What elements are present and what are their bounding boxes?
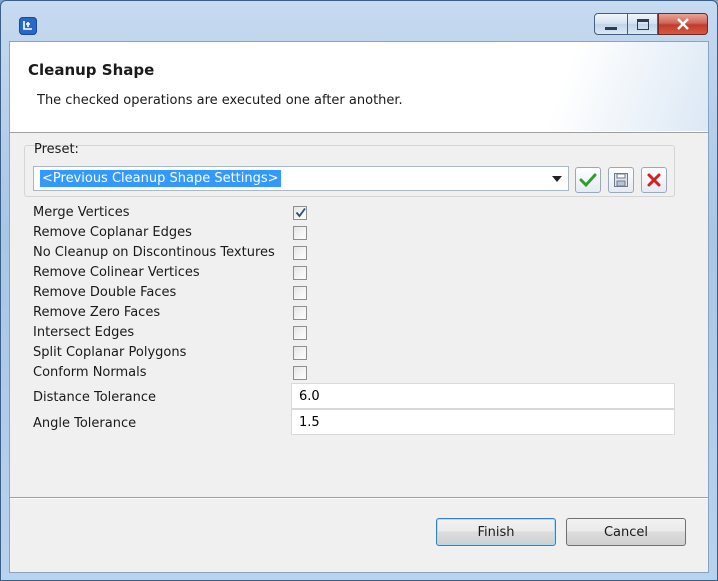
option-label: Conform Normals	[33, 365, 147, 380]
save-icon	[614, 173, 628, 187]
option-row: Merge Vertices	[33, 203, 693, 223]
option-checkbox[interactable]	[293, 366, 307, 380]
option-row: No Cleanup on Discontinous Textures	[33, 243, 693, 263]
option-label: Remove Colinear Vertices	[33, 265, 200, 280]
option-checkbox[interactable]	[293, 206, 307, 220]
banner-decoration	[508, 42, 708, 131]
maximize-button[interactable]	[628, 13, 658, 35]
option-checkbox[interactable]	[293, 326, 307, 340]
option-label: Intersect Edges	[33, 325, 135, 340]
page-description: The checked operations are executed one …	[37, 93, 403, 108]
checkmark-icon	[579, 173, 597, 188]
option-label: Remove Zero Faces	[33, 305, 161, 320]
option-label: Split Coplanar Polygons	[33, 345, 187, 360]
footer-separator	[10, 497, 708, 499]
distance-tolerance-input[interactable]	[291, 383, 675, 409]
option-label: Merge Vertices	[33, 205, 130, 220]
option-checkbox[interactable]	[293, 246, 307, 260]
close-icon	[677, 18, 689, 30]
angle-tolerance-input[interactable]	[291, 409, 675, 435]
option-row: Conform Normals	[33, 363, 693, 383]
delete-preset-button[interactable]	[641, 167, 667, 193]
chevron-down-icon[interactable]	[552, 176, 562, 182]
window-controls	[594, 13, 708, 37]
option-checkbox[interactable]	[293, 226, 307, 240]
dialog-client-area: Cleanup Shape The checked operations are…	[9, 41, 709, 573]
option-row: Remove Double Faces	[33, 283, 693, 303]
option-checkbox[interactable]	[293, 286, 307, 300]
close-button[interactable]	[658, 13, 708, 35]
minimize-icon	[605, 26, 617, 30]
app-logo-icon	[19, 17, 37, 35]
dialog-window: Cleanup Shape The checked operations are…	[0, 0, 718, 581]
distance-tolerance-label: Distance Tolerance	[33, 390, 156, 405]
finish-button[interactable]: Finish	[436, 518, 556, 546]
option-row: Remove Colinear Vertices	[33, 263, 693, 283]
delete-x-icon	[647, 173, 661, 187]
option-row: Remove Zero Faces	[33, 303, 693, 323]
option-checkbox[interactable]	[293, 306, 307, 320]
option-checkbox[interactable]	[293, 346, 307, 360]
option-row: Remove Coplanar Edges	[33, 223, 693, 243]
option-row: Intersect Edges	[33, 323, 693, 343]
title-bar[interactable]	[1, 1, 717, 41]
apply-preset-button[interactable]	[575, 167, 601, 193]
preset-selected-value: <Previous Cleanup Shape Settings>	[40, 170, 281, 187]
option-label: No Cleanup on Discontinous Textures	[33, 245, 275, 260]
option-checkbox[interactable]	[293, 266, 307, 280]
preset-label: Preset:	[34, 142, 79, 157]
wizard-banner: Cleanup Shape The checked operations are…	[10, 42, 708, 133]
page-title: Cleanup Shape	[28, 61, 155, 79]
option-label: Remove Coplanar Edges	[33, 225, 192, 240]
checkmark-icon	[295, 207, 306, 218]
option-label: Remove Double Faces	[33, 285, 177, 300]
maximize-icon	[636, 18, 649, 30]
save-preset-button[interactable]	[608, 167, 634, 193]
angle-tolerance-label: Angle Tolerance	[33, 416, 137, 431]
option-row: Split Coplanar Polygons	[33, 343, 693, 363]
minimize-button[interactable]	[594, 13, 628, 35]
cancel-button[interactable]: Cancel	[566, 518, 686, 546]
preset-dropdown[interactable]: <Previous Cleanup Shape Settings>	[33, 166, 569, 191]
